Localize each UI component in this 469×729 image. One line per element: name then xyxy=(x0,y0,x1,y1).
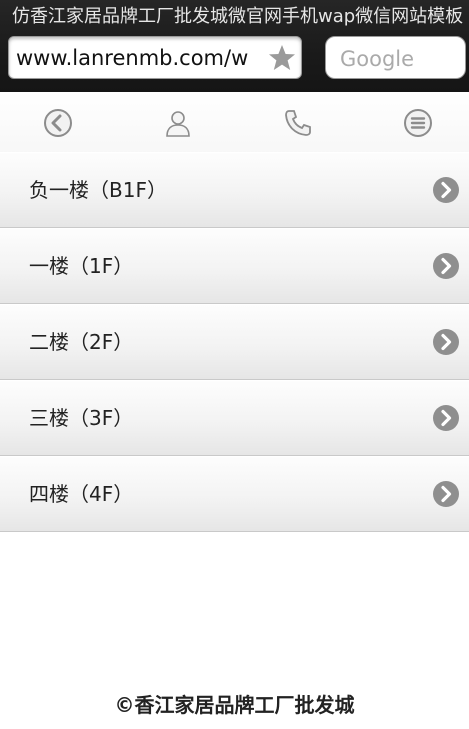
menu-item-label: 二楼（2F） xyxy=(29,330,134,354)
back-arrow-icon xyxy=(44,109,72,137)
chevron-right-icon xyxy=(433,329,459,355)
menu-item-b1f[interactable]: 负一楼（B1F） xyxy=(0,152,469,228)
menu-item-1f[interactable]: 一楼（1F） xyxy=(0,228,469,304)
menu-item-label: 三楼（3F） xyxy=(29,406,134,430)
chevron-right-icon xyxy=(433,405,459,431)
url-bar[interactable]: www.lanrenmb.com/w xyxy=(8,36,302,79)
bookmark-star-icon[interactable] xyxy=(267,43,297,73)
url-text[interactable]: www.lanrenmb.com/w xyxy=(16,45,270,71)
menu-item-4f[interactable]: 四楼（4F） xyxy=(0,456,469,532)
search-box[interactable]: Google xyxy=(325,36,466,79)
phone-icon xyxy=(285,110,311,136)
toolbar xyxy=(0,92,469,154)
chevron-right-icon xyxy=(433,253,459,279)
floor-menu-list: 负一楼（B1F） 一楼（1F） 二楼（2F） 三楼（3F） 四楼（4F） xyxy=(0,152,469,532)
back-button[interactable] xyxy=(41,106,75,140)
menu-item-label: 四楼（4F） xyxy=(29,482,134,506)
search-placeholder: Google xyxy=(340,47,415,71)
user-button[interactable] xyxy=(161,106,195,140)
footer-copyright: ©香江家居品牌工厂批发城 xyxy=(114,693,355,717)
user-icon xyxy=(166,111,190,137)
browser-chrome: 仿香江家居品牌工厂批发城微官网手机wap微信网站模板 www.lanrenmb.… xyxy=(0,0,469,92)
menu-item-label: 负一楼（B1F） xyxy=(29,178,167,202)
chevron-right-icon xyxy=(433,177,459,203)
phone-button[interactable] xyxy=(281,106,315,140)
chevron-right-icon xyxy=(433,481,459,507)
menu-button[interactable] xyxy=(401,106,435,140)
browser-page-title: 仿香江家居品牌工厂批发城微官网手机wap微信网站模板 xyxy=(12,6,464,27)
menu-item-label: 一楼（1F） xyxy=(29,254,134,278)
menu-item-2f[interactable]: 二楼（2F） xyxy=(0,304,469,380)
menu-lines-icon xyxy=(404,109,432,137)
menu-item-3f[interactable]: 三楼（3F） xyxy=(0,380,469,456)
